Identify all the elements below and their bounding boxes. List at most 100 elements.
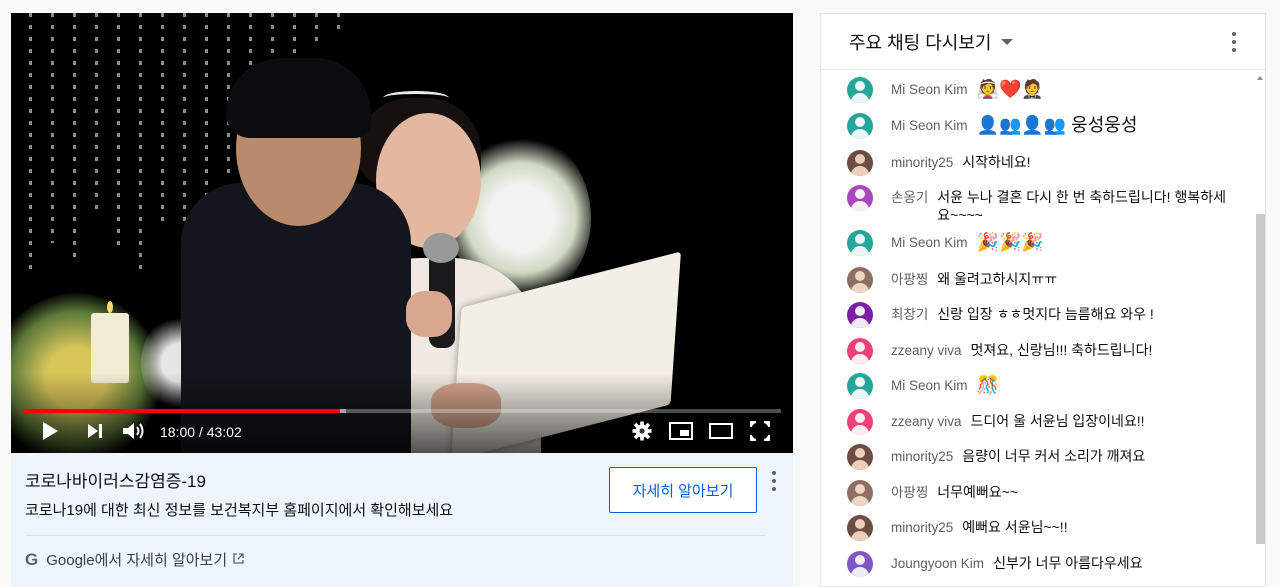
chat-message: Mi Seon Kim 👤👥👤👥 웅성웅성: [847, 113, 1237, 139]
mute-button[interactable]: [121, 421, 147, 445]
avatar[interactable]: [847, 373, 873, 399]
google-icon: G: [25, 549, 39, 569]
chat-message: minority25 음량이 너무 커서 소리가 깨져요: [847, 444, 1237, 470]
curtain-strand: [29, 13, 32, 273]
theater-icon: [709, 422, 733, 444]
fullscreen-button[interactable]: [748, 420, 772, 445]
chat-message: 손옹기 서윤 누나 결혼 다시 한 번 축하드립니다! 행복하세요~~~~: [847, 185, 1237, 224]
chat-message-text: 신랑 입장 ㅎㅎ멋지다 늠름해요 와우 !: [937, 306, 1154, 322]
chat-message-text: 예뻐요 서윤님~~!!: [962, 519, 1068, 535]
chat-message: 최창기 신랑 입장 ㅎㅎ멋지다 늠름해요 와우 !: [847, 302, 1237, 328]
avatar[interactable]: [847, 113, 873, 139]
chat-more-menu[interactable]: [1231, 32, 1237, 52]
divider: [25, 535, 765, 536]
google-learn-more-link[interactable]: G Google에서 자세히 알아보기: [25, 549, 244, 570]
chat-message: Joungyoon Kim 신부가 너무 아름다우세요: [847, 551, 1237, 577]
curtain-strand: [205, 13, 208, 203]
chat-message-text: 🎉🎉🎉: [976, 232, 1044, 252]
avatar[interactable]: [847, 480, 873, 506]
chat-author[interactable]: minority25: [891, 515, 953, 537]
chat-message: 아팡찡 왜 울려고하시지ㅠㅠ: [847, 267, 1237, 293]
groom-hair: [226, 58, 371, 138]
chat-message: Mi Seon Kim 🎉🎉🎉: [847, 230, 1237, 256]
chat-author[interactable]: 최창기: [891, 302, 928, 324]
chat-message: minority25 시작하네요!: [847, 150, 1237, 176]
dot-icon: [772, 487, 776, 491]
miniplayer-button[interactable]: [668, 421, 694, 445]
avatar[interactable]: [847, 551, 873, 577]
volume-icon: [122, 421, 146, 446]
chat-author[interactable]: Mi Seon Kim: [891, 77, 968, 99]
chat-author[interactable]: 아팡찡: [891, 480, 928, 502]
chevron-down-icon[interactable]: [1001, 38, 1014, 45]
avatar[interactable]: [847, 444, 873, 470]
time-display: 18:00 / 43:02: [160, 424, 242, 440]
curtain-strand: [95, 13, 98, 213]
chat-author[interactable]: zzeany viva: [891, 338, 962, 360]
info-description: 코로나19에 대한 최신 정보를 보건복지부 홈페이지에서 확인해보세요: [25, 502, 454, 519]
scroll-up-arrow-icon[interactable]: [1257, 76, 1263, 80]
chat-author[interactable]: minority25: [891, 444, 953, 466]
info-more-menu[interactable]: [769, 471, 779, 491]
microphone-head: [423, 233, 459, 263]
settings-button[interactable]: [630, 421, 654, 445]
chat-message: Mi Seon Kim 👰❤️🤵: [847, 77, 1237, 103]
chat-author[interactable]: Mi Seon Kim: [891, 373, 968, 395]
miniplayer-icon: [669, 421, 693, 445]
curtain-strand: [293, 13, 296, 53]
chat-message-text: 드디어 울 서윤님 입장이네요!!: [970, 413, 1145, 429]
avatar[interactable]: [847, 338, 873, 364]
chat-author[interactable]: 손옹기: [891, 185, 928, 207]
chat-scrollbar[interactable]: [1256, 214, 1265, 544]
chat-message-text: 서윤 누나 결혼 다시 한 번 축하드립니다! 행복하세요~~~~: [937, 189, 1226, 223]
chat-message-text: 너무예뻐요~~: [937, 484, 1019, 500]
curtain-strand: [315, 13, 318, 43]
next-icon: [86, 423, 104, 444]
learn-more-button[interactable]: 자세히 알아보기: [609, 467, 757, 513]
chat-message-list[interactable]: Mi Seon Kim 👰❤️🤵 Mi Seon Kim 👤👥👤👥 웅성웅성 minor…: [821, 71, 1265, 587]
candle-flame: [107, 301, 113, 313]
dot-icon: [772, 471, 776, 475]
chat-message-text: 🎊: [976, 375, 999, 395]
progress-played: [23, 409, 340, 413]
avatar[interactable]: [847, 77, 873, 103]
chat-author[interactable]: Mi Seon Kim: [891, 113, 968, 135]
curtain-strand: [139, 13, 142, 273]
chat-author[interactable]: minority25: [891, 150, 953, 172]
theater-mode-button[interactable]: [708, 421, 734, 445]
play-icon: [41, 421, 59, 446]
avatar[interactable]: [847, 302, 873, 328]
progress-bar[interactable]: [23, 409, 781, 413]
hand: [406, 291, 452, 337]
google-link-label: Google에서 자세히 알아보기: [46, 552, 228, 569]
dot-icon: [772, 479, 776, 483]
avatar[interactable]: [847, 150, 873, 176]
chat-author[interactable]: Joungyoon Kim: [891, 551, 984, 573]
chat-message-text: 신부가 너무 아름다우세요: [993, 555, 1143, 571]
avatar[interactable]: [847, 267, 873, 293]
video-player[interactable]: 18:00 / 43:02: [11, 13, 793, 453]
live-chat-replay: 주요 채팅 다시보기 Mi Seon Kim 👰❤️🤵 Mi Seon Kim 👤👥👤…: [820, 13, 1266, 587]
next-button[interactable]: [83, 421, 107, 445]
page: 18:00 / 43:02 코로나바이러스감염증-19 코로나19에 대한 최신…: [0, 0, 1280, 587]
avatar[interactable]: [847, 409, 873, 435]
chat-message-text: 왜 울려고하시지ㅠㅠ: [937, 271, 1058, 287]
avatar[interactable]: [847, 230, 873, 256]
chat-author[interactable]: Mi Seon Kim: [891, 230, 968, 252]
chat-message-text: 멋져요, 신랑님!!! 축하드립니다!: [970, 342, 1153, 358]
settings-icon: [632, 421, 652, 446]
avatar[interactable]: [847, 185, 873, 211]
external-link-icon: [233, 552, 244, 567]
dot-icon: [1232, 32, 1236, 36]
chat-message: Mi Seon Kim 🎊: [847, 373, 1237, 399]
play-button[interactable]: [37, 421, 63, 445]
avatar[interactable]: [847, 515, 873, 541]
curtain-strand: [337, 13, 340, 33]
dot-icon: [1232, 48, 1236, 52]
chat-mode-dropdown[interactable]: 주요 채팅 다시보기: [849, 29, 991, 55]
curtain-strand: [73, 13, 76, 263]
chat-message-text: 👤👥👤👥 웅성웅성: [976, 115, 1138, 135]
chat-author[interactable]: zzeany viva: [891, 409, 962, 431]
chat-author[interactable]: 아팡찡: [891, 267, 928, 289]
chat-message-text: 👰❤️🤵: [976, 79, 1044, 99]
